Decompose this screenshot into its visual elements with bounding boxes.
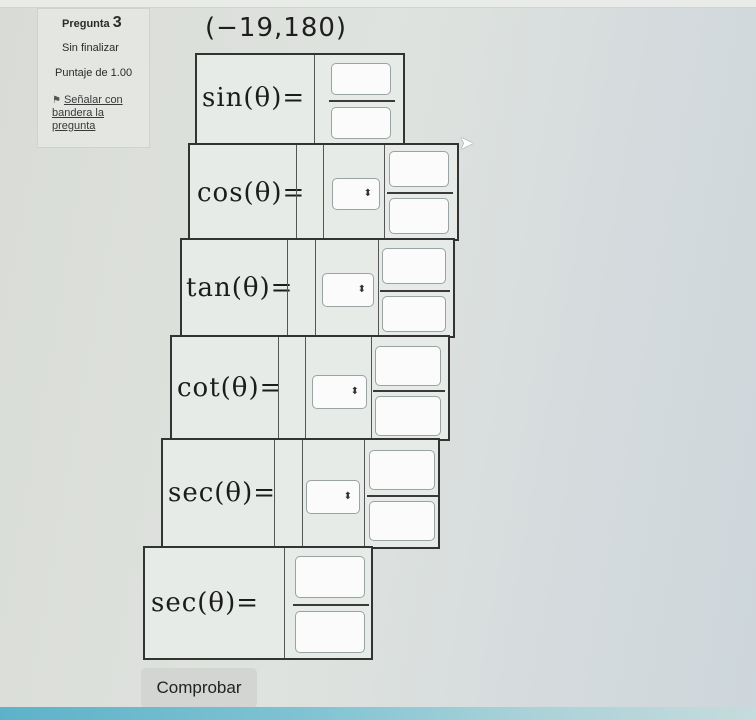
cot-divider-1 bbox=[278, 337, 279, 439]
tan-denominator-input[interactable] bbox=[382, 296, 446, 332]
top-bar bbox=[0, 0, 756, 8]
sin-denominator-input[interactable] bbox=[331, 107, 391, 139]
question-label: Pregunta bbox=[62, 18, 110, 30]
flag-icon: ⚑ bbox=[52, 95, 61, 106]
cos-numerator-input[interactable] bbox=[389, 151, 449, 187]
tan-label: tan(θ)= bbox=[186, 273, 294, 303]
select-arrow-icon: ⬍ bbox=[343, 491, 352, 502]
cot-row: cot(θ)= ⬍ bbox=[170, 335, 450, 441]
cos-fraction-bar bbox=[387, 192, 453, 194]
cot-label: cot(θ)= bbox=[177, 373, 283, 403]
cos-divider-2 bbox=[323, 145, 324, 239]
tan-fraction-bar bbox=[380, 290, 450, 292]
cos-denominator-input[interactable] bbox=[389, 198, 449, 234]
sec-row: sec(θ)= ⬍ bbox=[161, 438, 440, 549]
sin-row: sin(θ)= bbox=[195, 53, 405, 146]
question-score: Puntaje de 1.00 bbox=[55, 67, 133, 79]
cos-label: cos(θ)= bbox=[197, 178, 306, 208]
cos-row: cos(θ)= ⬍ bbox=[188, 143, 459, 241]
flag-label-line-3[interactable]: pregunta bbox=[52, 120, 95, 132]
sec-2-divider bbox=[284, 548, 285, 658]
question-info-panel: Pregunta 3 Sin finalizar Puntaje de 1.00… bbox=[37, 8, 150, 148]
sec-2-denominator-input[interactable] bbox=[295, 611, 365, 653]
cot-divider-2 bbox=[305, 337, 306, 439]
question-state: Sin finalizar bbox=[62, 42, 119, 54]
taskbar bbox=[0, 707, 756, 720]
select-arrow-icon: ⬍ bbox=[363, 188, 372, 199]
tan-divider-3 bbox=[378, 240, 379, 336]
sec-divider-2 bbox=[302, 440, 303, 547]
sec-divider-3 bbox=[364, 440, 365, 547]
sin-divider bbox=[314, 55, 315, 144]
select-arrow-icon: ⬍ bbox=[350, 386, 359, 397]
sec-sign-select[interactable]: ⬍ bbox=[306, 480, 360, 514]
sec-2-fraction-bar bbox=[293, 604, 369, 606]
sin-label: sin(θ)= bbox=[202, 83, 306, 113]
cot-divider-3 bbox=[371, 337, 372, 439]
sec-label: sec(θ)= bbox=[168, 478, 277, 508]
tan-divider-2 bbox=[315, 240, 316, 336]
comprobar-button[interactable]: Comprobar bbox=[141, 668, 257, 708]
flag-label-line-2[interactable]: bandera la bbox=[52, 107, 104, 119]
tan-divider-1 bbox=[287, 240, 288, 336]
sec-denominator-input[interactable] bbox=[369, 501, 435, 541]
cos-divider-1 bbox=[296, 145, 297, 239]
flag-question-link[interactable]: ⚑ Señalar con bandera la pregunta bbox=[52, 94, 147, 133]
select-arrow-icon: ⬍ bbox=[357, 284, 366, 295]
tan-row: tan(θ)= ⬍ bbox=[180, 238, 455, 338]
point-coordinates: (−19,180) bbox=[205, 13, 348, 43]
mouse-cursor-icon: ➤ bbox=[459, 133, 475, 153]
sec-label-2: sec(θ)= bbox=[151, 588, 260, 618]
cot-numerator-input[interactable] bbox=[375, 346, 441, 386]
flag-label-line-1[interactable]: Señalar con bbox=[64, 94, 123, 106]
sin-fraction-bar bbox=[329, 100, 395, 102]
sec-2-numerator-input[interactable] bbox=[295, 556, 365, 598]
question-number: 3 bbox=[112, 14, 122, 31]
sec-row-2: sec(θ)= bbox=[143, 546, 373, 660]
cos-sign-select[interactable]: ⬍ bbox=[332, 178, 380, 210]
question-heading: Pregunta 3 bbox=[62, 14, 122, 32]
cos-divider-3 bbox=[384, 145, 385, 239]
sec-divider-1 bbox=[274, 440, 275, 547]
sin-numerator-input[interactable] bbox=[331, 63, 391, 95]
tan-numerator-input[interactable] bbox=[382, 248, 446, 284]
cot-sign-select[interactable]: ⬍ bbox=[312, 375, 367, 409]
sec-numerator-input[interactable] bbox=[369, 450, 435, 490]
sec-fraction-bar bbox=[367, 495, 439, 497]
cot-denominator-input[interactable] bbox=[375, 396, 441, 436]
tan-sign-select[interactable]: ⬍ bbox=[322, 273, 374, 307]
cot-fraction-bar bbox=[373, 390, 445, 392]
